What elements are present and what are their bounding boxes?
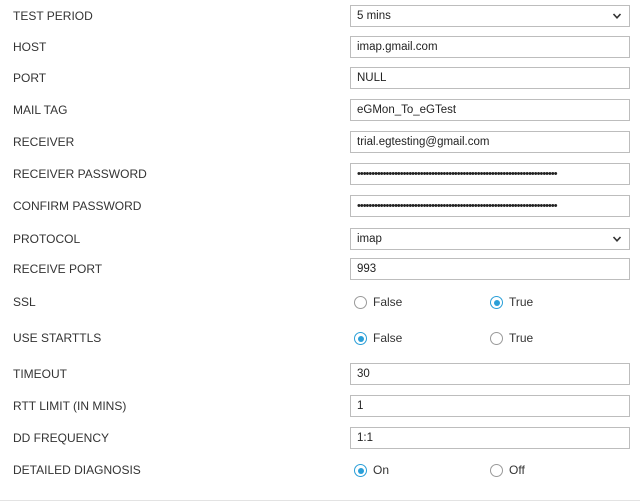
receiver-label: RECEIVER xyxy=(13,135,75,149)
use-starttls-label: USE STARTTLS xyxy=(13,331,102,345)
receiver-row: RECEIVER trial.egtesting@gmail.com xyxy=(0,131,640,157)
receiver-password-input[interactable]: ••••••••••••••••••••••••••••••••••••••••… xyxy=(350,163,630,185)
receiver-password-label: RECEIVER PASSWORD xyxy=(13,167,147,181)
timeout-input[interactable]: 30 xyxy=(350,363,630,385)
mail-tag-row: MAIL TAG eGMon_To_eGTest xyxy=(0,99,640,125)
receiver-value: trial.egtesting@gmail.com xyxy=(357,136,490,148)
protocol-row: PROTOCOL imap xyxy=(0,228,640,254)
host-label: HOST xyxy=(13,40,47,54)
radio-button[interactable] xyxy=(490,332,503,345)
detailed-diagnosis-label: DETAILED DIAGNOSIS xyxy=(13,463,141,477)
mail-tag-input[interactable]: eGMon_To_eGTest xyxy=(350,99,630,121)
radio-button[interactable] xyxy=(354,296,367,309)
use-starttls-row: USE STARTTLS False True xyxy=(0,327,640,353)
confirm-password-input[interactable]: ••••••••••••••••••••••••••••••••••••••••… xyxy=(350,195,630,217)
ssl-row: SSL False True xyxy=(0,291,640,317)
radio-option-label: False xyxy=(373,295,403,309)
receiver-input[interactable]: trial.egtesting@gmail.com xyxy=(350,131,630,153)
timeout-row: TIMEOUT 30 xyxy=(0,363,640,389)
protocol-value: imap xyxy=(357,233,382,245)
radio-button[interactable] xyxy=(354,332,367,345)
receive-port-row: RECEIVE PORT 993 xyxy=(0,258,640,284)
confirm-password-row: CONFIRM PASSWORD ••••••••••••••••••••••••… xyxy=(0,195,640,221)
dd-frequency-value: 1:1 xyxy=(357,432,373,444)
dd-frequency-input[interactable]: 1:1 xyxy=(350,427,630,449)
host-value: imap.gmail.com xyxy=(357,41,438,53)
timeout-label: TIMEOUT xyxy=(13,367,67,381)
radio-button[interactable] xyxy=(490,464,503,477)
test-period-row: TEST PERIOD 5 mins xyxy=(0,5,640,31)
ssl-label: SSL xyxy=(13,295,36,309)
radio-option-label: False xyxy=(373,331,403,345)
rtt-limit-value: 1 xyxy=(357,400,364,412)
mail-tag-label: MAIL TAG xyxy=(13,103,68,117)
receive-port-label: RECEIVE PORT xyxy=(13,262,103,276)
dd-frequency-label: DD FREQUENCY xyxy=(13,431,110,445)
test-period-value: 5 mins xyxy=(357,10,391,22)
receive-port-input[interactable]: 993 xyxy=(350,258,630,280)
chevron-down-icon[interactable] xyxy=(612,234,622,244)
rtt-limit-row: RTT LIMIT (IN MINS) 1 xyxy=(0,395,640,421)
dd-frequency-row: DD FREQUENCY 1:1 xyxy=(0,427,640,453)
radio-button[interactable] xyxy=(490,296,503,309)
radio-option-label: True xyxy=(509,295,534,309)
port-input[interactable]: NULL xyxy=(350,67,630,89)
detailed-diagnosis-row: DETAILED DIAGNOSIS On Off xyxy=(0,459,640,485)
host-input[interactable]: imap.gmail.com xyxy=(350,36,630,58)
divider xyxy=(0,500,640,501)
receiver-password-value: ••••••••••••••••••••••••••••••••••••••••… xyxy=(357,168,558,180)
port-value: NULL xyxy=(357,72,387,84)
test-period-select[interactable]: 5 mins xyxy=(350,5,630,27)
receiver-password-row: RECEIVER PASSWORD •••••••••••••••••••••••… xyxy=(0,163,640,189)
protocol-label: PROTOCOL xyxy=(13,232,81,246)
port-label: PORT xyxy=(13,71,47,85)
timeout-value: 30 xyxy=(357,368,370,380)
radio-option-label: True xyxy=(509,331,534,345)
radio-button[interactable] xyxy=(354,464,367,477)
confirm-password-value: ••••••••••••••••••••••••••••••••••••••••… xyxy=(357,200,558,212)
protocol-select[interactable]: imap xyxy=(350,228,630,250)
mail-tag-value: eGMon_To_eGTest xyxy=(357,104,457,116)
port-row: PORT NULL xyxy=(0,67,640,93)
radio-option-label: Off xyxy=(509,463,525,477)
test-period-label: TEST PERIOD xyxy=(13,9,93,23)
rtt-limit-input[interactable]: 1 xyxy=(350,395,630,417)
host-row: HOST imap.gmail.com xyxy=(0,36,640,62)
receive-port-value: 993 xyxy=(357,263,377,275)
radio-option-label: On xyxy=(373,463,390,477)
rtt-limit-label: RTT LIMIT (IN MINS) xyxy=(13,399,127,413)
chevron-down-icon[interactable] xyxy=(612,11,622,21)
confirm-password-label: CONFIRM PASSWORD xyxy=(13,199,142,213)
